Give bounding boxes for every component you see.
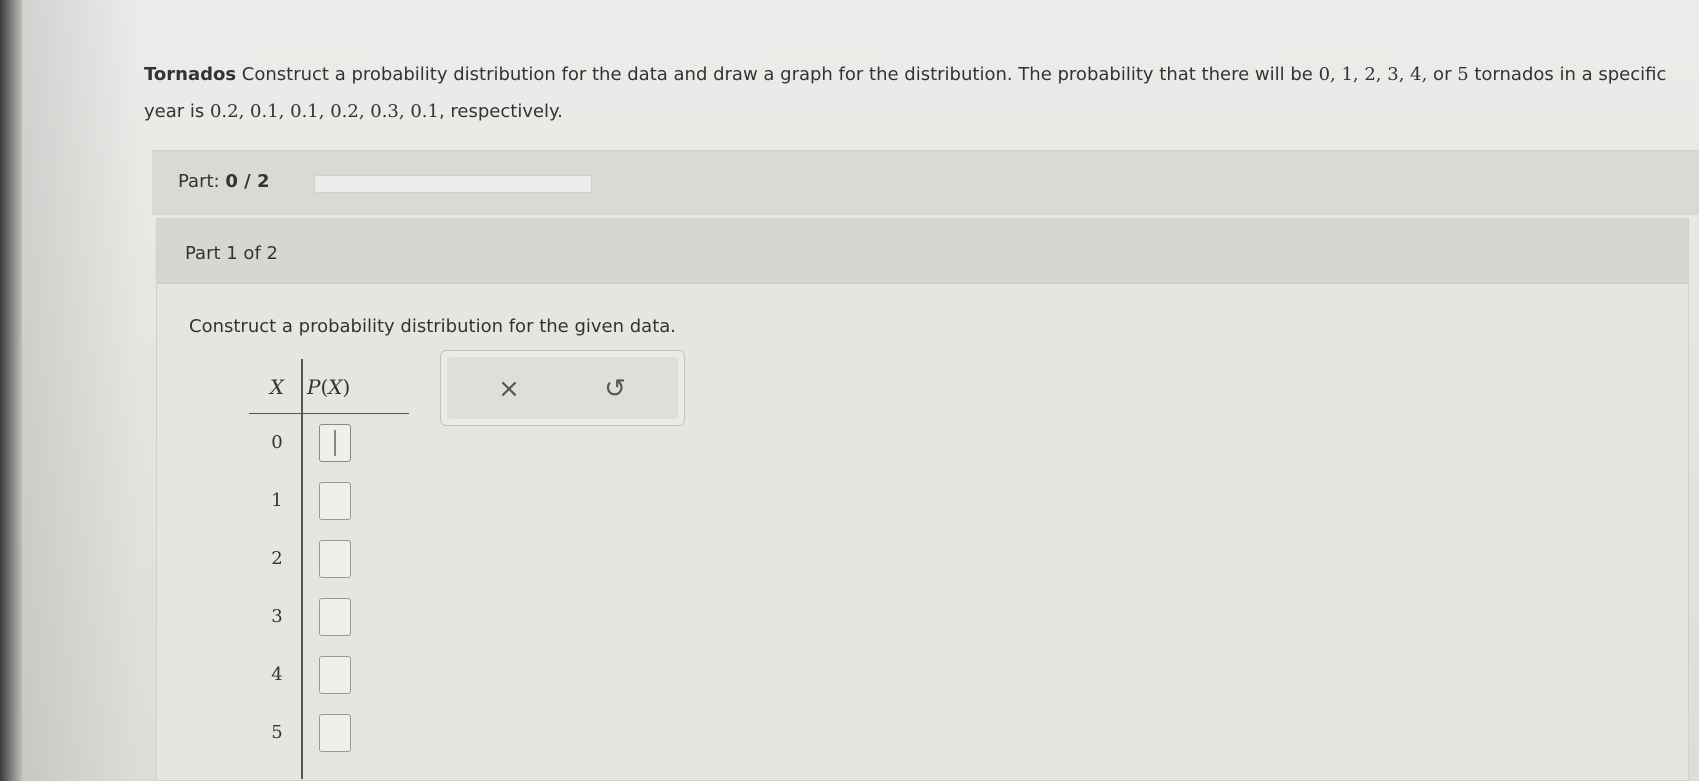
part-panel: Part 1 of 2 Construct a probability dist… <box>156 218 1689 781</box>
table-row: 0 <box>249 414 409 472</box>
x-value: 2 <box>271 548 283 569</box>
table-row: 3 <box>249 588 409 646</box>
close-icon: × <box>498 374 520 404</box>
answer-tools-inner: × ↺ <box>447 357 678 419</box>
table-row: 2 <box>249 530 409 588</box>
panel-header: Part 1 of 2 <box>157 219 1688 284</box>
instruction-text: Construct a probability distribution for… <box>189 316 677 337</box>
header-p-close: ) <box>342 375 351 399</box>
table-row: 5 <box>249 704 409 762</box>
answer-tools: × ↺ <box>440 350 685 426</box>
undo-button[interactable]: ↺ <box>593 371 637 407</box>
probability-input[interactable] <box>319 540 351 578</box>
header-p-var: X <box>328 375 343 399</box>
x-value: 5 <box>271 722 283 743</box>
monitor-bezel <box>0 0 22 781</box>
problem-text-a: Construct a probability distribution for… <box>236 64 1319 85</box>
header-x: X <box>269 375 285 399</box>
x-value: 0 <box>271 432 283 453</box>
problem-counts: 0, 1, 2, 3, 4, <box>1318 64 1428 85</box>
problem-text-d: , respectively. <box>438 101 563 122</box>
x-value: 4 <box>271 664 283 685</box>
problem-last-count: 5 <box>1457 64 1469 85</box>
progress-track <box>314 175 592 193</box>
header-p-prefix: P <box>307 375 321 399</box>
probability-input[interactable] <box>319 598 351 636</box>
probability-input[interactable] <box>319 656 351 694</box>
x-value: 1 <box>271 490 283 511</box>
problem-probabilities: 0.2, 0.1, 0.1, 0.2, 0.3, 0.1 <box>209 101 439 122</box>
probability-input[interactable] <box>319 482 351 520</box>
problem-lead: Tornados <box>144 64 237 85</box>
text-cursor <box>334 430 336 456</box>
undo-icon: ↺ <box>604 374 626 404</box>
clear-button[interactable]: × <box>487 371 531 407</box>
panel-title: Part 1 of 2 <box>185 243 278 264</box>
screen-shade <box>22 0 142 781</box>
probability-input[interactable] <box>319 714 351 752</box>
problem-text-b: or <box>1427 64 1458 85</box>
table-row: 1 <box>249 472 409 530</box>
part-progress-value: 0 / 2 <box>225 171 270 192</box>
x-value: 3 <box>271 606 283 627</box>
part-progress-bar: Part: 0 / 2 <box>152 150 1699 215</box>
part-label-text: Part: <box>178 171 220 192</box>
part-progress-label: Part: 0 / 2 <box>178 171 270 192</box>
table-header: X P(X) <box>249 359 409 414</box>
problem-statement: Tornados Construct a probability distrib… <box>144 56 1689 130</box>
probability-distribution-table: X P(X) 0 1 2 3 4 5 <box>249 359 409 779</box>
header-px: P(X) <box>307 375 350 399</box>
table-row: 4 <box>249 646 409 704</box>
probability-input[interactable] <box>319 424 351 462</box>
